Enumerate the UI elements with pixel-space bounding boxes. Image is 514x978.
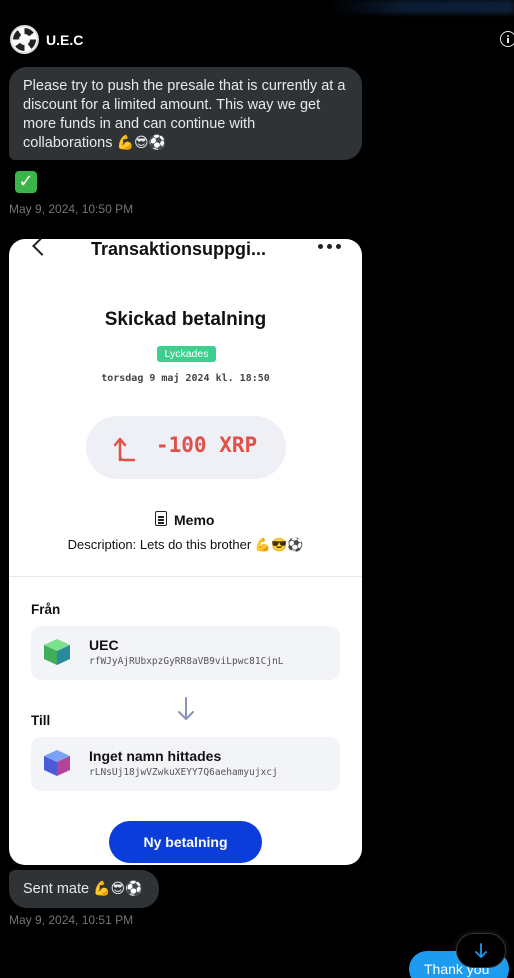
top-glow [330, 0, 514, 14]
payment-receipt-image[interactable]: Transaktionsuppgi... Skickad betalning L… [9, 239, 362, 865]
to-label: Till [31, 713, 51, 728]
to-account-card: Inget namn hittades rLNsUj18jwVZwkuXEYY7… [31, 737, 340, 791]
reaction-message[interactable]: ✓ [10, 168, 41, 197]
from-account-card: UEC rfWJyAjRUbxpzGyRR8aVB9viLpwc81CjnL [31, 626, 340, 680]
blue-cube-icon [44, 750, 70, 776]
scroll-to-bottom-button[interactable] [456, 933, 506, 968]
divider [9, 576, 362, 577]
memo-description: Description: Lets do this brother 💪😎⚽ [67, 537, 304, 552]
from-address: rfWJyAjRUbxpzGyRR8aVB9viLpwc81CjnL [89, 656, 284, 667]
to-address: rLNsUj18jwVZwkuXEYY7Q6aehamyujxcj [89, 767, 278, 778]
message-emojis: 💪😎⚽ [116, 135, 166, 151]
timestamp: May 9, 2024, 10:50 PM [9, 202, 134, 216]
from-label: Från [31, 602, 61, 617]
new-payment-button: Ny betalning [109, 821, 262, 863]
message-bubble-sent-mate[interactable]: Sent mate 💪😎⚽ [9, 870, 159, 908]
back-chevron-icon [32, 239, 52, 256]
amount-pill: -100 XRP [86, 416, 286, 479]
scroll-down-icon [475, 943, 487, 958]
arrow-up-icon [114, 437, 136, 462]
info-icon[interactable] [500, 31, 514, 47]
conversation-header: U.E.C [0, 22, 514, 58]
more-dots-icon [318, 244, 342, 250]
timestamp: May 9, 2024, 10:51 PM [9, 913, 134, 927]
receipt-title: Transaktionsuppgi... [91, 239, 267, 259]
check-mark-icon: ✓ [15, 171, 37, 193]
receipt-datetime: torsdag 9 maj 2024 kl. 18:50 [101, 373, 270, 384]
status-badge: Lyckades [157, 346, 216, 362]
payment-amount: -100 XRP [156, 433, 258, 457]
message-emojis: 💪😎⚽ [93, 881, 143, 897]
message-text: Sent mate [23, 881, 90, 897]
avatar[interactable] [10, 25, 39, 54]
message-bubble-presale[interactable]: Please try to push the presale that is c… [9, 67, 362, 160]
arrow-down-icon [178, 697, 194, 720]
green-cube-icon [44, 639, 70, 665]
memo-label: Memo [174, 512, 215, 528]
soccer-ball-icon [13, 28, 36, 51]
receipt-heading: Skickad betalning [104, 309, 267, 330]
memo-document-icon [155, 511, 167, 526]
from-name: UEC [89, 637, 119, 653]
message-text: Please try to push the presale that is c… [23, 78, 346, 151]
to-name: Inget namn hittades [89, 748, 222, 764]
contact-name[interactable]: U.E.C [46, 32, 83, 48]
